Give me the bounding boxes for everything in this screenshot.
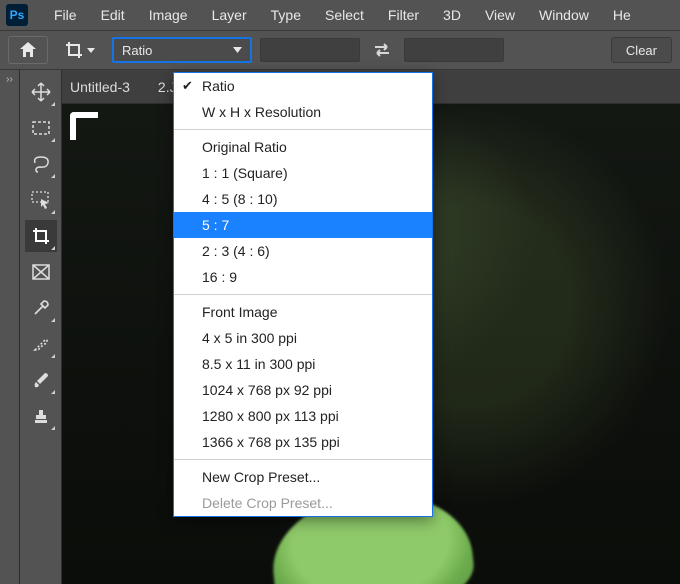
marquee-icon: [32, 121, 50, 135]
menu-edit[interactable]: Edit: [89, 0, 137, 30]
tool-brush[interactable]: [25, 364, 57, 396]
dropdown-item-new-preset[interactable]: New Crop Preset...: [174, 464, 432, 490]
dropdown-item-label: 4 x 5 in 300 ppi: [202, 330, 297, 346]
dropdown-item-ratio[interactable]: ✔ Ratio: [174, 73, 432, 99]
lasso-icon: [31, 155, 51, 173]
stamp-icon: [32, 407, 50, 425]
check-icon: ✔: [182, 78, 193, 94]
frame-icon: [32, 264, 50, 280]
dropdown-item-label: 4 : 5 (8 : 10): [202, 191, 277, 207]
menu-help[interactable]: He: [601, 0, 643, 30]
eyedropper-icon: [32, 299, 50, 317]
tool-quick-select[interactable]: [25, 184, 57, 216]
dropdown-item-label: 1 : 1 (Square): [202, 165, 288, 181]
dropdown-item-label: 8.5 x 11 in 300 ppi: [202, 356, 315, 372]
dropdown-item-4x5-300[interactable]: 4 x 5 in 300 ppi: [174, 325, 432, 351]
dropdown-item-1-1[interactable]: 1 : 1 (Square): [174, 160, 432, 186]
menu-3d[interactable]: 3D: [431, 0, 473, 30]
menu-file[interactable]: File: [42, 0, 89, 30]
dropdown-item-label: 16 : 9: [202, 269, 237, 285]
brush-icon: [32, 371, 50, 389]
dropdown-item-label: 1024 x 768 px 92 ppi: [202, 382, 332, 398]
menu-image[interactable]: Image: [137, 0, 200, 30]
menu-type[interactable]: Type: [259, 0, 313, 30]
tool-preset-dropdown[interactable]: [56, 36, 104, 64]
dropdown-item-1366x768[interactable]: 1366 x 768 px 135 ppi: [174, 429, 432, 455]
dropdown-item-delete-preset: Delete Crop Preset...: [174, 490, 432, 516]
dropdown-item-front-image[interactable]: Front Image: [174, 299, 432, 325]
dropdown-item-label: New Crop Preset...: [202, 469, 320, 485]
expand-panels-icon: ››: [6, 74, 13, 85]
dropdown-separator: [174, 459, 432, 460]
dropdown-item-original-ratio[interactable]: Original Ratio: [174, 134, 432, 160]
crop-preset-select-label: Ratio: [122, 43, 152, 58]
menu-layer[interactable]: Layer: [200, 0, 259, 30]
crop-icon: [65, 41, 83, 59]
healing-icon: [32, 335, 50, 353]
dropdown-item-label: Delete Crop Preset...: [202, 495, 333, 511]
tool-move[interactable]: [25, 76, 57, 108]
dropdown-separator: [174, 294, 432, 295]
crop-width-input[interactable]: [260, 38, 360, 62]
dropdown-item-label: 1366 x 768 px 135 ppi: [202, 434, 340, 450]
tool-frame[interactable]: [25, 256, 57, 288]
tool-crop[interactable]: [25, 220, 57, 252]
menu-view[interactable]: View: [473, 0, 527, 30]
tools-panel: [20, 70, 62, 584]
crop-height-input[interactable]: [404, 38, 504, 62]
menu-filter[interactable]: Filter: [376, 0, 431, 30]
dropdown-item-label: Front Image: [202, 304, 277, 320]
dropdown-separator: [174, 129, 432, 130]
chevron-down-icon: [233, 47, 242, 53]
menu-select[interactable]: Select: [313, 0, 376, 30]
dropdown-item-label: Ratio: [202, 78, 235, 94]
swap-dimensions-button[interactable]: [368, 38, 396, 62]
menu-window[interactable]: Window: [527, 0, 601, 30]
tool-eyedropper[interactable]: [25, 292, 57, 324]
panel-dock-collapsed[interactable]: ››: [0, 70, 20, 584]
home-button[interactable]: [8, 36, 48, 64]
dropdown-item-4-5[interactable]: 4 : 5 (8 : 10): [174, 186, 432, 212]
crop-preset-dropdown: ✔ Ratio W x H x Resolution Original Rati…: [173, 72, 433, 517]
dropdown-item-wxh[interactable]: W x H x Resolution: [174, 99, 432, 125]
tool-lasso[interactable]: [25, 148, 57, 180]
options-bar: Ratio Clear: [0, 30, 680, 70]
home-icon: [19, 42, 37, 58]
dropdown-item-8p5x11-300[interactable]: 8.5 x 11 in 300 ppi: [174, 351, 432, 377]
crop-preset-select[interactable]: Ratio: [112, 37, 252, 63]
dropdown-item-2-3[interactable]: 2 : 3 (4 : 6): [174, 238, 432, 264]
dropdown-item-5-7[interactable]: 5 : 7: [174, 212, 432, 238]
crop-handle-top-left[interactable]: [70, 112, 98, 140]
swap-icon: [374, 43, 390, 57]
tool-marquee[interactable]: [25, 112, 57, 144]
dropdown-item-label: 2 : 3 (4 : 6): [202, 243, 270, 259]
dropdown-item-16-9[interactable]: 16 : 9: [174, 264, 432, 290]
tool-clone-stamp[interactable]: [25, 400, 57, 432]
clear-button-label: Clear: [626, 43, 657, 58]
crop-icon: [32, 227, 50, 245]
chevron-down-icon: [87, 48, 95, 53]
document-tab-title: Untitled-3: [70, 79, 130, 95]
dropdown-item-label: 1280 x 800 px 113 ppi: [202, 408, 339, 424]
dropdown-item-label: W x H x Resolution: [202, 104, 321, 120]
quick-select-icon: [31, 191, 51, 209]
dropdown-item-label: 5 : 7: [202, 217, 229, 233]
dropdown-item-1280x800[interactable]: 1280 x 800 px 113 ppi: [174, 403, 432, 429]
dropdown-item-label: Original Ratio: [202, 139, 287, 155]
app-logo: Ps: [6, 4, 28, 26]
document-tab[interactable]: Untitled-3: [70, 79, 130, 95]
menu-bar: Ps File Edit Image Layer Type Select Fil…: [0, 0, 680, 30]
tool-healing-brush[interactable]: [25, 328, 57, 360]
move-icon: [31, 82, 51, 102]
clear-button[interactable]: Clear: [611, 37, 672, 63]
dropdown-item-1024x768[interactable]: 1024 x 768 px 92 ppi: [174, 377, 432, 403]
